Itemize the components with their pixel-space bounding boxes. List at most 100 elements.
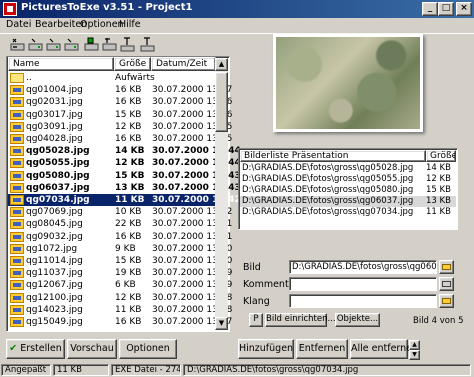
file-row[interactable]: qg12067.jpg 6 KB 30.07.2000 13:39 bbox=[8, 279, 232, 291]
file-size: 15 KB bbox=[115, 109, 142, 120]
file-size: 12 KB bbox=[115, 121, 142, 132]
presentation-list[interactable]: Bilderliste Präsentation Größe D:\GRADIA… bbox=[238, 148, 458, 230]
file-row[interactable]: .. Aufwärts bbox=[8, 72, 216, 84]
file-row[interactable]: qg11014.jpg 15 KB 30.07.2000 13:40 bbox=[8, 255, 232, 267]
file-name: qg05055.jpg bbox=[26, 158, 90, 169]
erstellen-button[interactable]: ✔ Erstellen bbox=[6, 339, 65, 359]
menu-hilfe[interactable]: Hilfe bbox=[119, 19, 141, 30]
file-size: 15 KB bbox=[115, 256, 142, 266]
file-size: 13 KB bbox=[115, 182, 145, 193]
menu-optionen[interactable]: Optionen bbox=[80, 19, 124, 30]
file-row[interactable]: qg08045.jpg 22 KB 30.07.2000 13:41 bbox=[8, 218, 232, 230]
file-row[interactable]: qg12100.jpg 12 KB 30.07.2000 13:38 bbox=[8, 292, 232, 304]
presentation-row[interactable]: D:\GRADIAS.DE\fotos\gross\qg07034.jpg 11 … bbox=[240, 207, 456, 218]
file-row[interactable]: qg11037.jpg 19 KB 30.07.2000 13:39 bbox=[8, 267, 232, 279]
kommentar-font-button[interactable] bbox=[439, 277, 454, 291]
p-button[interactable]: P bbox=[249, 313, 263, 327]
column-header-presentation[interactable]: Bilderliste Präsentation bbox=[240, 150, 426, 162]
file-row[interactable]: qg06037.jpg 13 KB 30.07.2000 13:43 bbox=[8, 182, 241, 194]
file-name: qg09032.jpg bbox=[26, 231, 83, 242]
presentation-row[interactable]: D:\GRADIAS.DE\fotos\gross\qg05028.jpg 14 … bbox=[240, 163, 456, 174]
file-row[interactable]: qg07069.jpg 10 KB 30.07.2000 13:42 bbox=[8, 206, 232, 218]
image-file-icon bbox=[10, 146, 24, 157]
file-size: 11 KB bbox=[115, 195, 145, 205]
file-row[interactable]: qg02031.jpg 16 KB 30.07.2000 13:46 bbox=[8, 96, 232, 108]
file-size: 16 KB bbox=[115, 97, 142, 108]
cdrom-icon[interactable] bbox=[102, 37, 118, 53]
file-row[interactable]: qg05055.jpg 12 KB 30.07.2000 13:44 bbox=[8, 157, 241, 169]
objekte-button[interactable]: Objekte... bbox=[335, 313, 380, 327]
column-header-date[interactable]: Datum/Zeit bbox=[151, 57, 216, 71]
column-header-pres-size[interactable]: Größe bbox=[426, 150, 456, 162]
column-header-name[interactable]: Name bbox=[8, 57, 114, 71]
bild-einrichten-button[interactable]: Bild einrichten... bbox=[265, 313, 336, 327]
file-size: 10 KB bbox=[115, 207, 142, 218]
file-row[interactable]: qg07034.jpg 11 KB 30.07.2000 13:42 bbox=[8, 194, 241, 206]
image-file-icon bbox=[10, 207, 24, 218]
file-size: 22 KB bbox=[115, 219, 142, 230]
column-header-size[interactable]: Größe bbox=[114, 57, 151, 71]
presentation-row[interactable]: D:\GRADIAS.DE\fotos\gross\qg05080.jpg 15 … bbox=[240, 185, 456, 196]
file-row[interactable]: qg05080.jpg 15 KB 30.07.2000 13:43 bbox=[8, 170, 241, 182]
drive-d-icon[interactable] bbox=[46, 37, 62, 53]
presentation-row[interactable]: D:\GRADIAS.DE\fotos\gross\qg05055.jpg 12 … bbox=[240, 174, 456, 185]
image-preview bbox=[238, 30, 458, 138]
file-name: qg14023.jpg bbox=[26, 304, 83, 315]
maximize-button[interactable]: □ bbox=[438, 2, 454, 16]
file-name: qg11014.jpg bbox=[26, 256, 83, 266]
file-row[interactable]: qg05028.jpg 14 KB 30.07.2000 13:44 bbox=[8, 145, 241, 157]
file-name: qg07034.jpg bbox=[26, 195, 90, 205]
entfernen-button[interactable]: Entfernen bbox=[296, 339, 348, 359]
scroll-thumb[interactable] bbox=[215, 72, 228, 132]
window-title: PicturesToExe v3.51 - Project1 bbox=[21, 2, 193, 13]
minimize-button[interactable]: _ bbox=[422, 2, 438, 16]
bild-field[interactable]: D:\GRADIAS.DE\fotos\gross\qg06037.jpg bbox=[289, 260, 437, 274]
move-down-button[interactable]: ▼ bbox=[409, 350, 420, 360]
file-row[interactable]: qg14023.jpg 11 KB 30.07.2000 13:38 bbox=[8, 304, 232, 316]
erstellen-label: Erstellen bbox=[20, 343, 62, 354]
checkmark-icon: ✔ bbox=[9, 343, 18, 354]
klang-browse-button[interactable] bbox=[439, 294, 454, 308]
menu-datei[interactable]: Datei bbox=[6, 19, 31, 30]
file-size: 9 KB bbox=[115, 243, 136, 254]
file-row[interactable]: qg01004.jpg 16 KB 30.07.2000 13:47 bbox=[8, 84, 232, 96]
drive-a-icon[interactable] bbox=[10, 37, 26, 53]
scroll-up-button[interactable]: ▲ bbox=[215, 58, 228, 71]
vorschau-button[interactable]: Vorschau bbox=[67, 339, 117, 359]
file-name: qg07069.jpg bbox=[26, 207, 83, 218]
network-drive-icon[interactable] bbox=[84, 37, 100, 53]
close-button[interactable]: × bbox=[456, 2, 472, 16]
file-size: 16 KB bbox=[115, 134, 142, 144]
file-row[interactable]: qg04028.jpg 16 KB 30.07.2000 13:45 bbox=[8, 133, 232, 145]
image-file-icon bbox=[10, 231, 24, 242]
file-row[interactable]: qg1072.jpg 9 KB 30.07.2000 13:40 bbox=[8, 243, 232, 255]
file-row[interactable]: qg03091.jpg 12 KB 30.07.2000 13:45 bbox=[8, 121, 232, 133]
kommentar-field[interactable] bbox=[289, 277, 437, 291]
image-file-icon bbox=[10, 304, 24, 315]
file-row[interactable]: qg03017.jpg 15 KB 30.07.2000 13:46 bbox=[8, 109, 232, 121]
network-icon[interactable] bbox=[120, 37, 136, 53]
pres-size: 15 KB bbox=[426, 185, 451, 195]
file-row[interactable]: qg09032.jpg 16 KB 30.07.2000 13:41 bbox=[8, 231, 232, 243]
image-file-icon bbox=[10, 109, 24, 120]
share-icon[interactable] bbox=[140, 37, 156, 53]
drive-e-icon[interactable] bbox=[64, 37, 80, 53]
status-state: Angepaßt bbox=[1, 364, 51, 376]
app-icon[interactable] bbox=[3, 2, 17, 16]
klang-field[interactable] bbox=[289, 294, 437, 308]
title-bar[interactable]: PicturesToExe v3.51 - Project1 _ □ × bbox=[0, 0, 474, 18]
drive-c-icon[interactable] bbox=[28, 37, 44, 53]
presentation-row[interactable]: D:\GRADIAS.DE\fotos\gross\qg06037.jpg 13 … bbox=[240, 196, 456, 207]
bild-browse-button[interactable] bbox=[439, 260, 454, 274]
file-size: 11 KB bbox=[115, 304, 142, 315]
scroll-down-button[interactable]: ▼ bbox=[215, 317, 228, 330]
file-name: qg15049.jpg bbox=[26, 317, 83, 327]
hinzufuegen-button[interactable]: Hinzufügen bbox=[238, 339, 294, 359]
file-row[interactable]: qg15049.jpg 16 KB 30.07.2000 13:37 bbox=[8, 316, 232, 328]
preview-photo bbox=[273, 34, 423, 132]
alle-entfernen-button[interactable]: Alle entfernen bbox=[350, 339, 418, 359]
move-up-button[interactable]: ▲ bbox=[409, 340, 420, 350]
vertical-scrollbar[interactable]: ▲ ▼ bbox=[215, 58, 228, 330]
optionen-button[interactable]: Optionen bbox=[119, 339, 177, 359]
file-list[interactable]: Name Größe Datum/Zeit .. Aufwärts qg01004.… bbox=[6, 56, 241, 332]
